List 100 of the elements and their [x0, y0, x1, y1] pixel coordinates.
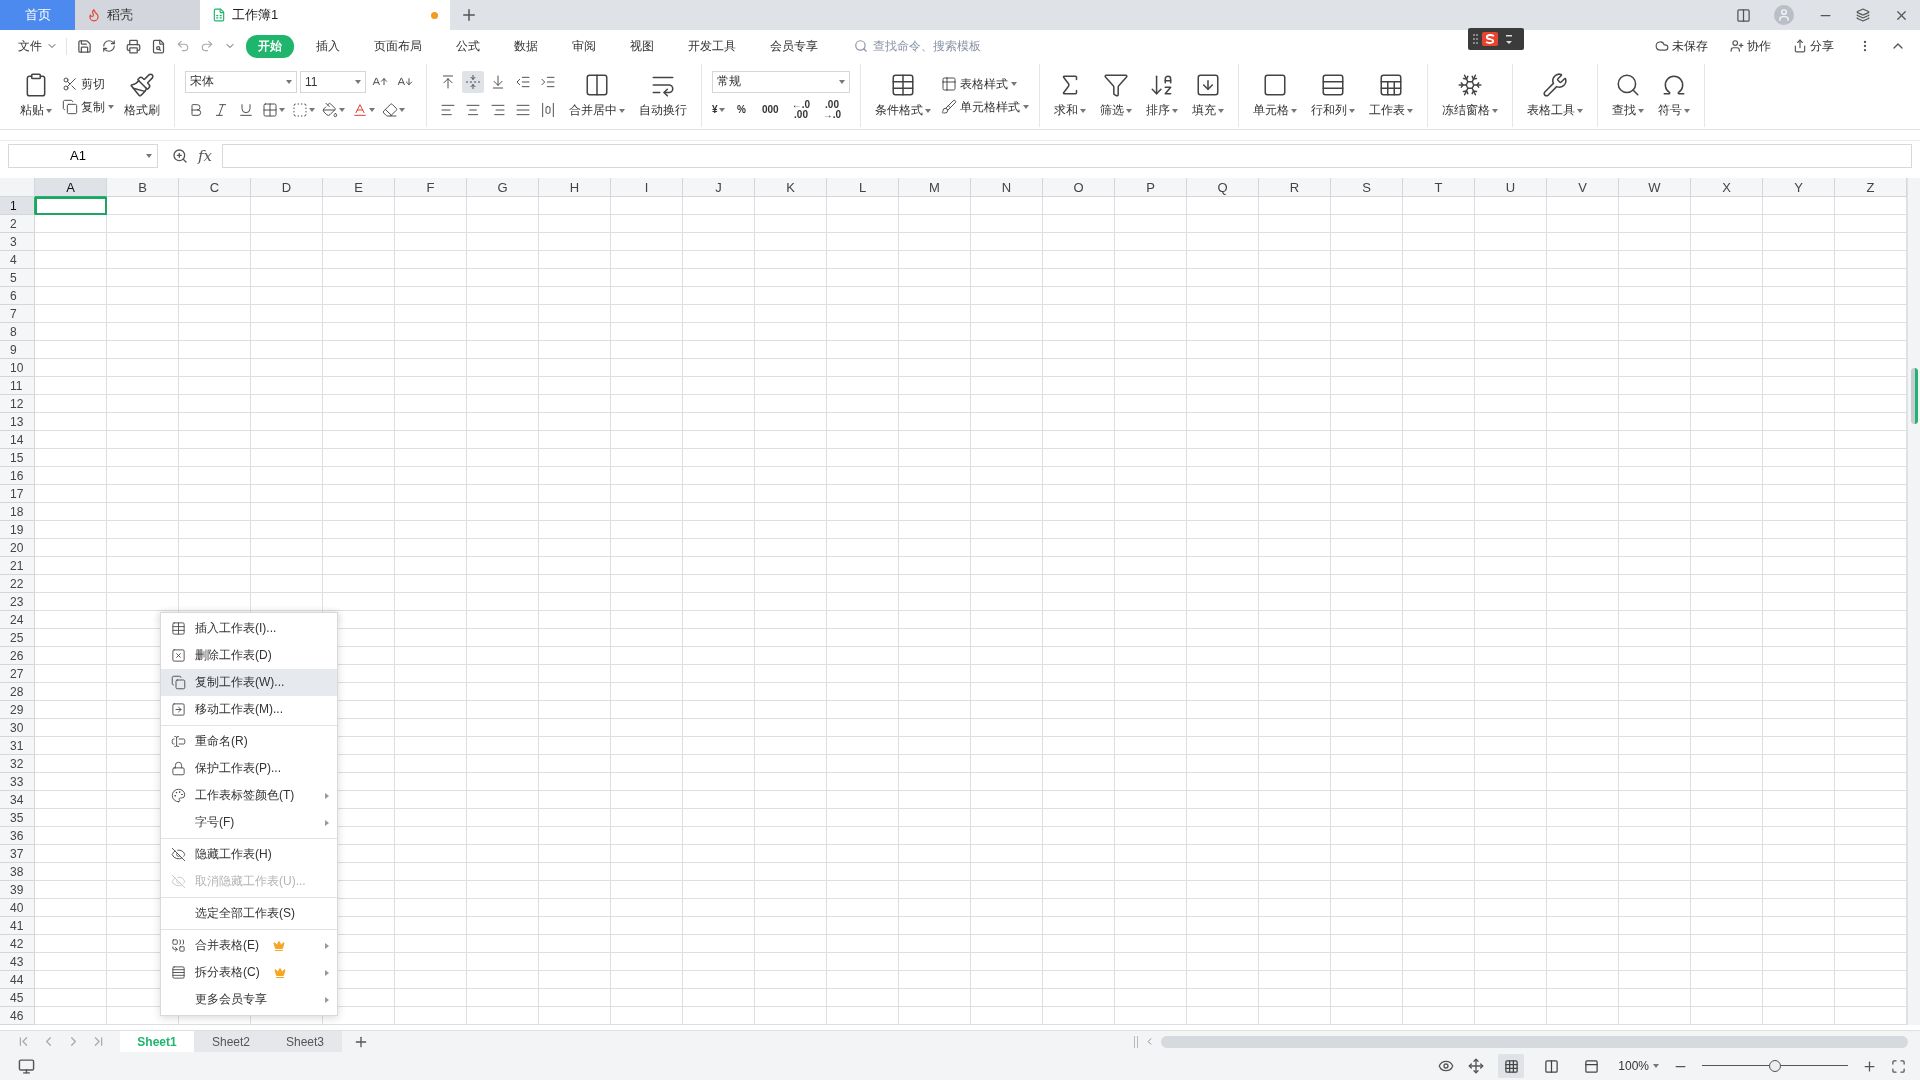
- ribbon-button[interactable]: 排序: [1142, 70, 1182, 121]
- row-header[interactable]: 14: [0, 431, 35, 449]
- ribbon-button[interactable]: 工作表: [1365, 70, 1417, 121]
- document-tab[interactable]: 工作簿1: [200, 0, 450, 30]
- toolbar-button[interactable]: %: [737, 98, 759, 121]
- column-header[interactable]: J: [683, 178, 755, 197]
- menu-item[interactable]: 复制工作表(W)...: [161, 669, 337, 696]
- fullscreen-icon[interactable]: [1891, 1058, 1906, 1074]
- ribbon-tab[interactable]: 数据: [502, 34, 550, 58]
- column-header[interactable]: E: [323, 178, 395, 197]
- toolbar-button[interactable]: ←.0 .00: [787, 98, 815, 121]
- row-header[interactable]: 13: [0, 413, 35, 431]
- row-header[interactable]: 2: [0, 215, 35, 233]
- row-header[interactable]: 45: [0, 989, 35, 1007]
- row-header[interactable]: 19: [0, 521, 35, 539]
- row-header[interactable]: 23: [0, 593, 35, 611]
- ribbon-tab[interactable]: 会员专享: [758, 34, 830, 58]
- row-header[interactable]: 44: [0, 971, 35, 989]
- ribbon-button[interactable]: 符号: [1654, 70, 1694, 121]
- ribbon-button[interactable]: 单元格样式: [941, 98, 1029, 116]
- toolbar-button[interactable]: 分享: [1793, 37, 1834, 55]
- ribbon-button[interactable]: 格式刷: [120, 70, 164, 121]
- ribbon-button[interactable]: 填充: [1188, 70, 1228, 121]
- ribbon-button[interactable]: 合并居中: [565, 70, 629, 121]
- row-header[interactable]: 43: [0, 953, 35, 971]
- row-header[interactable]: 31: [0, 737, 35, 755]
- save-icon[interactable]: [77, 38, 92, 54]
- ime-toolbar-drawing[interactable]: [1468, 28, 1524, 50]
- row-header[interactable]: 34: [0, 791, 35, 809]
- ribbon-button[interactable]: 剪切: [62, 75, 105, 93]
- toolbar-button[interactable]: [462, 70, 484, 93]
- ribbon-button[interactable]: 求和: [1050, 70, 1090, 121]
- ribbon-button[interactable]: 单元格: [1249, 70, 1301, 121]
- ribbon-tab[interactable]: 审阅: [560, 34, 608, 58]
- row-header[interactable]: 41: [0, 917, 35, 935]
- column-header[interactable]: X: [1691, 178, 1763, 197]
- menu-item[interactable]: 插入工作表(I)...: [161, 615, 337, 642]
- column-header[interactable]: Y: [1763, 178, 1835, 197]
- column-header[interactable]: D: [251, 178, 323, 197]
- column-header[interactable]: T: [1403, 178, 1475, 197]
- monitor-icon[interactable]: [18, 1057, 35, 1075]
- ribbon-tab[interactable]: 页面布局: [362, 34, 434, 58]
- row-header[interactable]: 37: [0, 845, 35, 863]
- ribbon-tab[interactable]: 公式: [444, 34, 492, 58]
- ribbon-button[interactable]: 行和列: [1307, 70, 1359, 121]
- column-header[interactable]: N: [971, 178, 1043, 197]
- row-header[interactable]: 28: [0, 683, 35, 701]
- row-header[interactable]: 39: [0, 881, 35, 899]
- ribbon-button[interactable]: 筛选: [1096, 70, 1136, 121]
- column-header[interactable]: A: [35, 178, 107, 197]
- print-preview-icon[interactable]: [151, 38, 166, 54]
- ribbon-button[interactable]: 自动换行: [635, 70, 691, 121]
- cross-icon[interactable]: [1468, 1058, 1485, 1074]
- dropdown-field[interactable]: 11: [300, 70, 366, 93]
- refresh-icon[interactable]: [102, 39, 116, 53]
- search-field[interactable]: 查找命令、搜索模板: [871, 38, 1011, 54]
- menu-item[interactable]: 保护工作表(P)...: [161, 755, 337, 782]
- row-header[interactable]: 6: [0, 287, 35, 305]
- row-header[interactable]: 27: [0, 665, 35, 683]
- row-header[interactable]: 9: [0, 341, 35, 359]
- menu-item[interactable]: 工作表标签颜色(T): [161, 782, 337, 809]
- row-header[interactable]: 36: [0, 827, 35, 845]
- ribbon-tab[interactable]: 视图: [618, 34, 666, 58]
- redo-icon[interactable]: [200, 39, 214, 53]
- print-icon[interactable]: [126, 38, 141, 54]
- formula-input[interactable]: [222, 143, 1912, 168]
- row-header[interactable]: 5: [0, 269, 35, 287]
- column-header[interactable]: S: [1331, 178, 1403, 197]
- row-header[interactable]: 3: [0, 233, 35, 251]
- row-header[interactable]: 11: [0, 377, 35, 395]
- ribbon-button[interactable]: 表格样式: [941, 75, 1017, 93]
- row-header[interactable]: 17: [0, 485, 35, 503]
- ribbon-button[interactable]: 复制: [62, 98, 114, 116]
- menu-item[interactable]: 删除工作表(D): [161, 642, 337, 669]
- row-header[interactable]: 7: [0, 305, 35, 323]
- toolbar-button[interactable]: .00 →.0: [818, 98, 846, 121]
- sheet-tab[interactable]: Sheet3: [268, 1031, 342, 1052]
- menu-item[interactable]: 更多会员专享: [161, 986, 337, 1013]
- eye-icon[interactable]: [1438, 1058, 1455, 1074]
- row-header[interactable]: 22: [0, 575, 35, 593]
- name-box[interactable]: A1: [8, 143, 158, 168]
- column-header[interactable]: C: [179, 178, 251, 197]
- row-header[interactable]: 25: [0, 629, 35, 647]
- function-label[interactable]: fx: [198, 146, 212, 165]
- document-tab[interactable]: 稻壳: [75, 0, 200, 30]
- sheet-tab[interactable]: Sheet2: [194, 1031, 268, 1052]
- undo-icon[interactable]: [176, 39, 190, 53]
- column-header[interactable]: Q: [1187, 178, 1259, 197]
- row-header[interactable]: 46: [0, 1007, 35, 1025]
- row-header[interactable]: 30: [0, 719, 35, 737]
- row-header[interactable]: 35: [0, 809, 35, 827]
- row-header[interactable]: 15: [0, 449, 35, 467]
- dropdown-field[interactable]: 常规: [712, 70, 850, 93]
- ribbon-button[interactable]: 条件格式: [871, 70, 935, 121]
- row-header[interactable]: 10: [0, 359, 35, 377]
- ribbon-button[interactable]: 粘贴: [16, 70, 56, 121]
- row-header[interactable]: 32: [0, 755, 35, 773]
- row-header[interactable]: 33: [0, 773, 35, 791]
- toolbar-button[interactable]: 未保存: [1655, 37, 1708, 55]
- row-header[interactable]: 12: [0, 395, 35, 413]
